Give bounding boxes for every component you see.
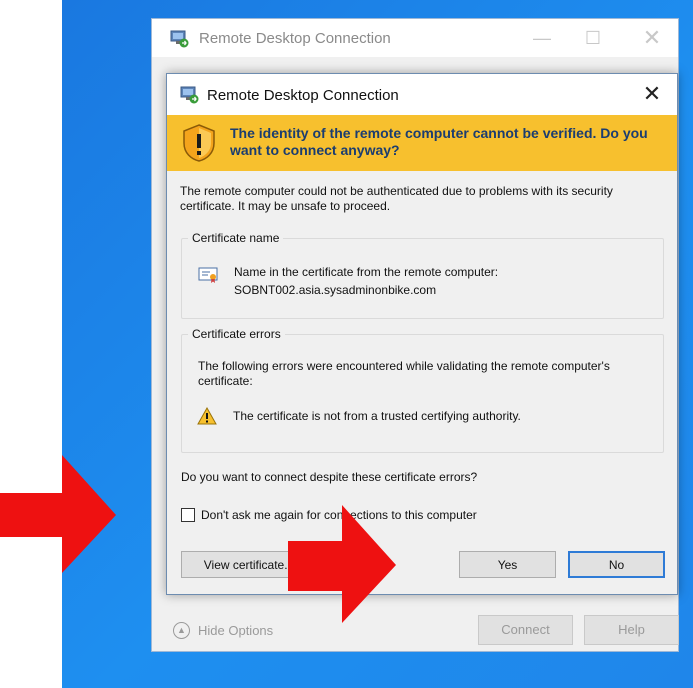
warning-banner-text: The identity of the remote computer cann… (230, 125, 648, 158)
connect-button[interactable]: Connect (478, 615, 573, 645)
intro-text: The remote computer could not be authent… (180, 184, 613, 213)
certificate-name-value: SOBNT002.asia.sysadminonbike.com (234, 283, 437, 297)
dialog-titlebar: Remote Desktop Connection ✕ (167, 74, 677, 115)
maximize-icon[interactable]: ☐ (579, 25, 607, 51)
hide-options-toggle[interactable]: ▲ Hide Options (173, 622, 273, 639)
certificate-name-label: Name in the certificate from the remote … (234, 265, 499, 279)
close-icon[interactable]: ✕ (638, 25, 666, 51)
certificate-errors-group: Certificate errors The following errors … (181, 327, 664, 453)
dont-ask-again-checkbox[interactable] (181, 508, 195, 522)
yes-button[interactable]: Yes (459, 551, 556, 578)
annotation-arrow-checkbox (0, 455, 116, 573)
security-shield-icon (181, 123, 217, 168)
minimize-icon[interactable]: — (528, 25, 556, 51)
rdc-main-bottom-bar: ▲ Hide Options Connect Help (152, 607, 679, 651)
certificate-errors-intro: The following errors were encountered wh… (198, 359, 610, 388)
connect-question: Do you want to connect despite these cer… (181, 470, 478, 484)
rdc-app-icon (170, 30, 190, 53)
certificate-error-item: The certificate is not from a trusted ce… (233, 409, 521, 423)
warning-banner: The identity of the remote computer cann… (167, 115, 677, 171)
certificate-name-legend: Certificate name (192, 231, 280, 245)
certificate-name-group: Certificate name Name in the certificate… (181, 231, 664, 319)
rdc-app-icon (180, 86, 200, 109)
rdc-main-titlebar: Remote Desktop Connection — ☐ ✕ (152, 19, 678, 57)
close-icon[interactable]: ✕ (637, 79, 667, 109)
annotation-arrow-yes (288, 505, 396, 623)
dialog-title: Remote Desktop Connection (207, 87, 399, 104)
rdc-main-title: Remote Desktop Connection (199, 30, 391, 47)
no-button[interactable]: No (568, 551, 665, 578)
hide-options-label: Hide Options (198, 623, 274, 638)
chevron-up-icon: ▲ (173, 622, 190, 639)
certificate-warning-dialog: Remote Desktop Connection ✕ The identity… (166, 73, 678, 595)
certificate-icon (198, 267, 218, 288)
warning-icon (197, 406, 217, 430)
certificate-errors-legend: Certificate errors (192, 327, 281, 341)
help-button[interactable]: Help (584, 615, 679, 645)
